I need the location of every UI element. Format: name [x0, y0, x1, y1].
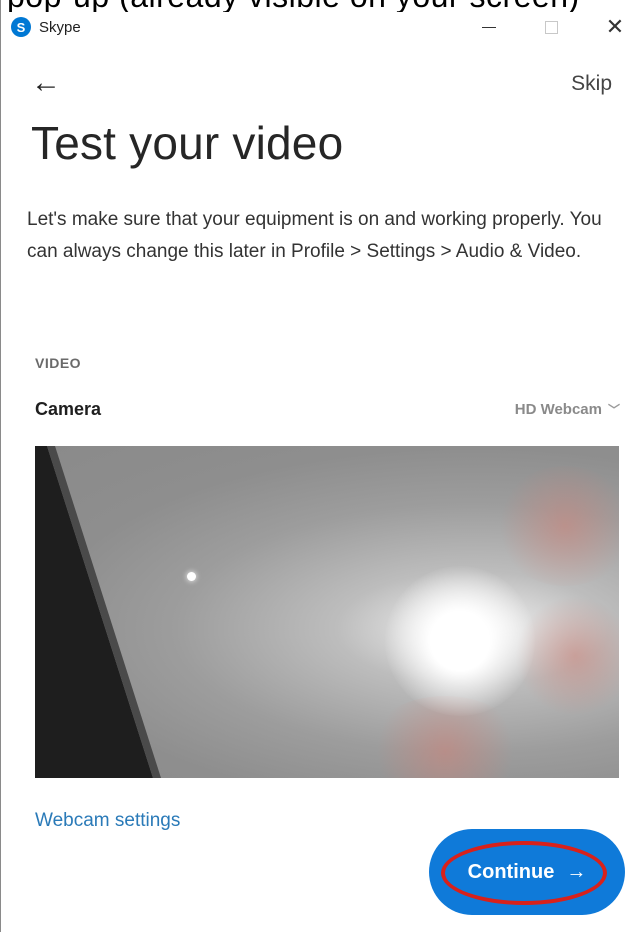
- title-bar: S Skype ✕: [1, 12, 640, 42]
- skype-window: pop-up (already visible on your screen) …: [0, 0, 640, 932]
- clipped-top-strip: pop-up (already visible on your screen): [1, 0, 640, 12]
- maximize-icon: [544, 20, 558, 34]
- close-icon: ✕: [605, 14, 625, 39]
- skip-link[interactable]: Skip: [571, 72, 612, 96]
- arrow-right-icon: →: [566, 860, 587, 883]
- video-section-label: VIDEO: [35, 355, 82, 371]
- camera-preview: [35, 446, 619, 778]
- chevron-down-icon: ﹀: [607, 403, 620, 417]
- light-dot: [187, 572, 196, 581]
- camera-selected-value: HD Webcam: [514, 401, 602, 418]
- page-description: Let's make sure that your equipment is o…: [27, 209, 602, 262]
- close-button[interactable]: ✕: [595, 12, 635, 42]
- window-title: Skype: [39, 18, 81, 36]
- page-title: Test your video: [31, 117, 344, 169]
- back-arrow-icon: ←: [31, 66, 61, 99]
- ceiling-light: [385, 566, 535, 716]
- continue-label: Continue: [467, 860, 555, 883]
- camera-label: Camera: [35, 399, 102, 419]
- webcam-settings-link[interactable]: Webcam settings: [35, 810, 180, 832]
- minimize-icon: [482, 26, 496, 28]
- continue-button[interactable]: Continue →: [429, 829, 625, 915]
- minimize-button[interactable]: [469, 12, 509, 42]
- clipped-caption: pop-up (already visible on your screen): [7, 0, 580, 12]
- skype-icon: S: [11, 17, 31, 37]
- maximize-button[interactable]: [531, 12, 571, 42]
- camera-dropdown[interactable]: HD Webcam ﹀: [515, 401, 620, 418]
- back-button[interactable]: ←: [31, 66, 71, 100]
